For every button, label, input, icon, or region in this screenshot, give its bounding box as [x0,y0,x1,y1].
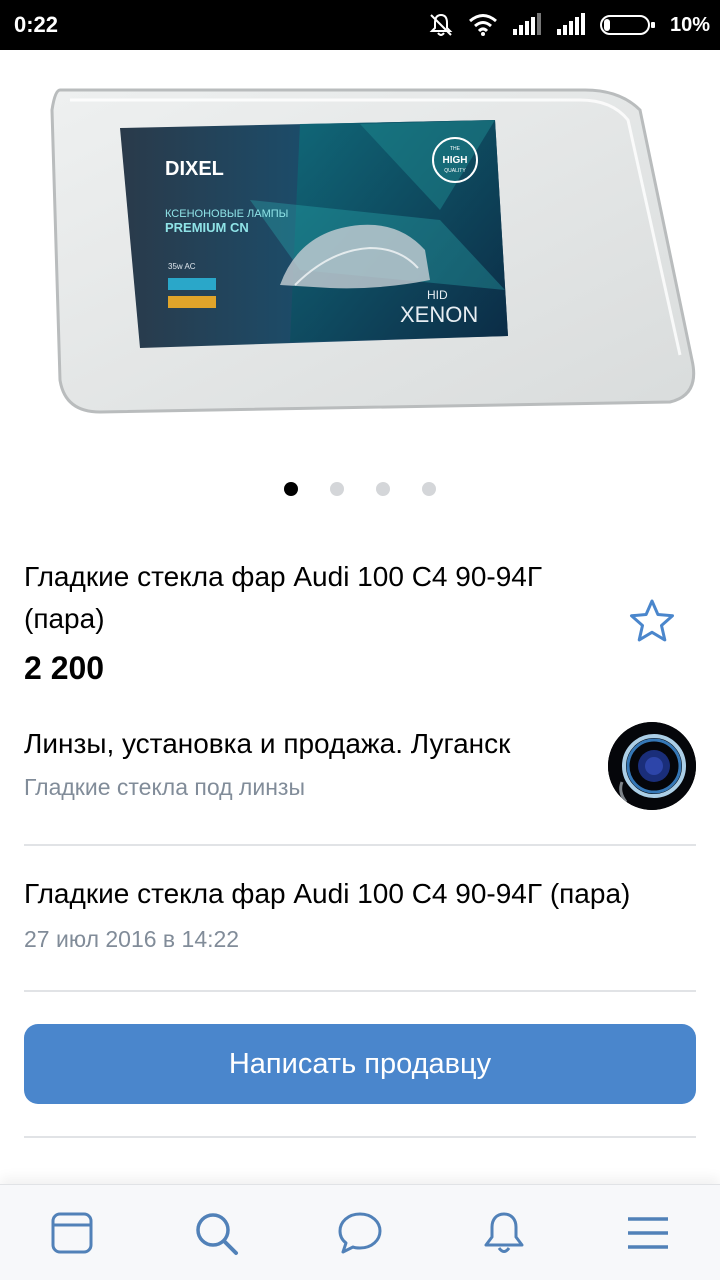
divider [24,1136,696,1138]
notifications-icon[interactable] [480,1209,528,1257]
box-line2-text: PREMIUM CN [165,220,249,235]
menu-icon[interactable] [624,1209,672,1257]
divider [24,844,696,846]
post-title: Гладкие стекла фар Audi 100 С4 90-94Г (п… [24,878,631,909]
carousel-dot[interactable] [376,482,390,496]
status-icons: 10% [428,10,710,40]
search-icon[interactable] [192,1209,240,1257]
product-photo[interactable]: DIXEL КСЕНОНОВЫЕ ЛАМПЫ PREMIUM CN 35w AC… [0,50,720,460]
box-brand-text: DIXEL [165,158,224,180]
product-price: 2 200 [24,650,105,686]
bottom-nav [0,1184,720,1280]
seller-avatar[interactable] [608,722,696,810]
post-date: 27 июл 2016 в 14:22 [24,926,240,952]
box-line1-text: КСЕНОНОВЫЕ ЛАМПЫ [165,208,288,220]
favorite-star-icon[interactable] [626,596,678,648]
battery-icon [599,15,655,35]
seller-subtitle: Гладкие стекла под линзы [24,774,305,800]
box-hid-text: HID [427,288,448,302]
signal-icon [512,13,541,35]
badge-small-text: THE [450,146,461,152]
status-bar: 0:22 10% [0,0,720,50]
wifi-icon [469,14,497,36]
status-time: 0:22 [14,12,59,37]
news-icon[interactable] [48,1209,96,1257]
bell-muted-icon [429,13,453,36]
badge-main-text: HIGH [443,155,468,166]
battery-percent: 10% [669,13,710,36]
badge-small2-text: QUALITY [444,168,466,174]
box-logo-text: XENON [400,302,478,327]
carousel-dot[interactable] [330,482,344,496]
seller-name[interactable]: Линзы, установка и продажа. Луганск [24,728,510,760]
carousel-dot[interactable] [284,482,298,496]
carousel-dot[interactable] [422,482,436,496]
contact-seller-button[interactable]: Написать продавцу [24,1024,696,1104]
product-title: Гладкие стекла фар Audi 100 С4 90-94Г (п… [24,561,543,634]
messages-icon[interactable] [336,1209,384,1257]
divider [24,990,696,992]
box-spec-text: 35w AC [168,262,196,271]
carousel-dots [0,482,720,498]
signal-icon [556,13,585,35]
